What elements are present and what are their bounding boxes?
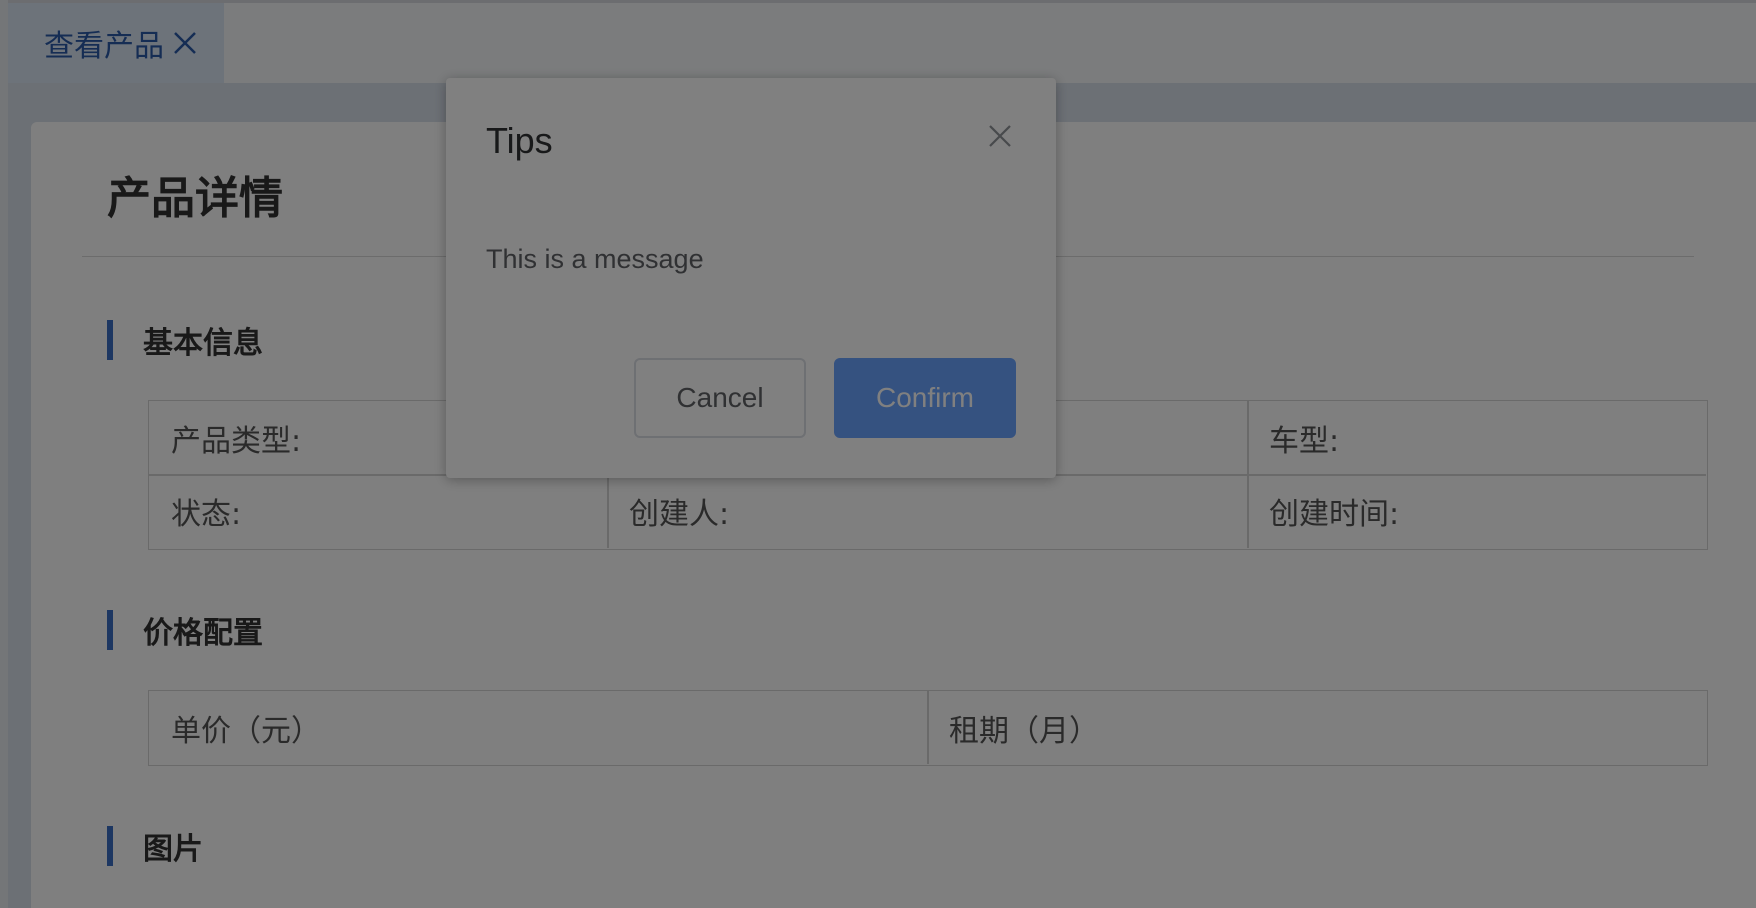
message-box-dialog: Tips This is a message Cancel Confirm [446, 78, 1056, 478]
app-page: 查看产品 产品详情 基本信息 产品类型: 车型: 状态: 创建人: 创建时间: … [0, 0, 1756, 908]
close-icon[interactable] [986, 122, 1014, 150]
dialog-title: Tips [486, 120, 553, 161]
confirm-button[interactable]: Confirm [834, 358, 1016, 438]
cancel-button[interactable]: Cancel [634, 358, 806, 438]
dialog-message: This is a message [486, 244, 704, 274]
